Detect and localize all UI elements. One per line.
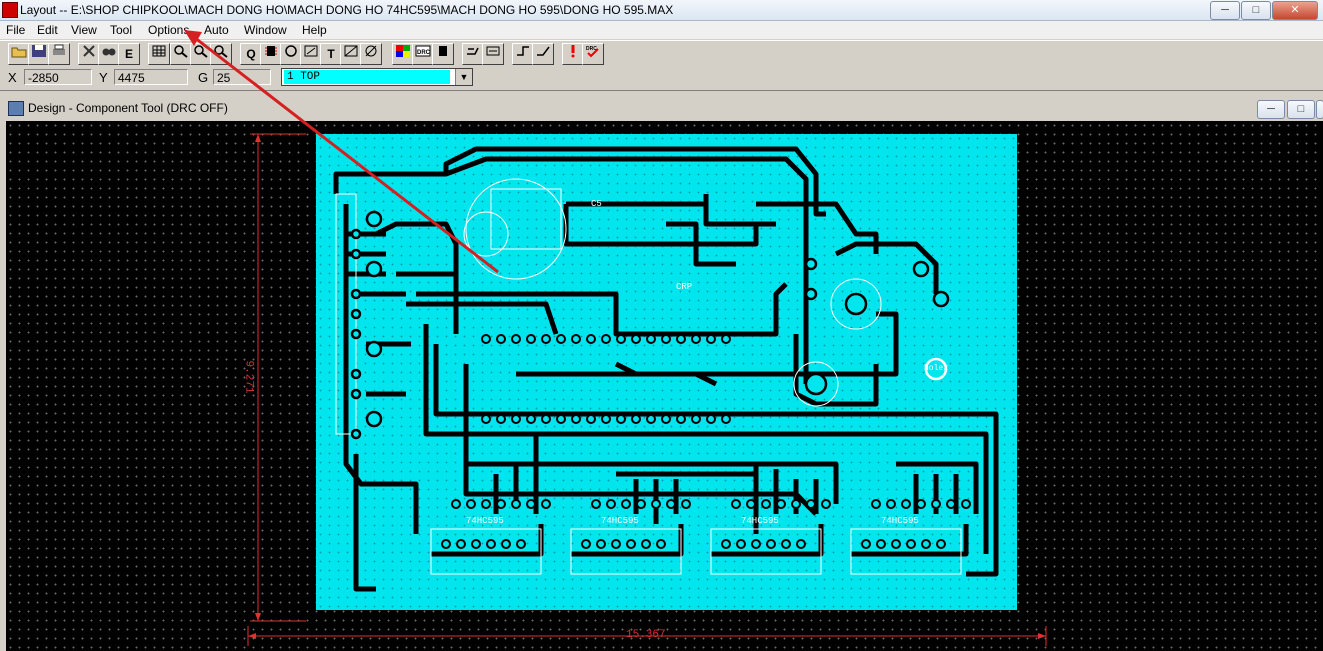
auto-route-icon[interactable] (532, 43, 554, 65)
label-ic4: 74HC595 (881, 516, 919, 526)
color-icon[interactable] (392, 43, 414, 65)
menu-file[interactable]: File (6, 23, 25, 37)
close-button[interactable]: ✕ (1272, 1, 1318, 20)
width-dimension: 15.367 (626, 629, 666, 641)
layer-value: 1 TOP (284, 70, 450, 84)
chevron-down-icon[interactable]: ▼ (455, 69, 472, 85)
y-value: 4475 (114, 69, 188, 85)
design-maximize-button[interactable]: □ (1287, 100, 1315, 119)
label-crp: CRP (676, 282, 693, 292)
open-icon[interactable] (8, 43, 30, 65)
menu-edit[interactable]: Edit (37, 23, 58, 37)
x-value: -2850 (24, 69, 92, 85)
y-label: Y (99, 70, 108, 85)
zoom-out-icon[interactable] (190, 43, 212, 65)
save-icon[interactable] (28, 43, 50, 65)
app-icon (2, 2, 18, 18)
query-icon[interactable]: Q (240, 43, 262, 65)
window-title: Layout -- E:\SHOP CHIPKOOL\MACH DONG HO\… (20, 3, 674, 17)
design-window-icon (8, 101, 24, 116)
svg-text:DRC: DRC (417, 50, 431, 56)
layer-select[interactable]: 1 TOP ▼ (281, 68, 473, 86)
label-c5: C5 (591, 199, 602, 209)
pcb-board[interactable]: C5 CRP 74HC595 74HC595 74HC595 74HC595 h… (316, 134, 1017, 610)
toolbar: E Q T DRC DRC (0, 40, 1323, 68)
g-label: G (198, 70, 209, 85)
spreadsheet-icon[interactable] (148, 43, 170, 65)
zoom-in-icon[interactable] (170, 43, 192, 65)
online-drc-icon[interactable] (562, 43, 584, 65)
cancel-icon[interactable] (78, 43, 100, 65)
design-canvas[interactable]: 15.367 9.271 C5 CRP 74HC595 74HC595 74HC… (6, 121, 1323, 651)
drc-check-icon[interactable]: DRC (582, 43, 604, 65)
find-icon[interactable] (98, 43, 120, 65)
design-window-title-bar: Design - Component Tool (DRC OFF) ─ □ (0, 97, 1323, 119)
design-minimize-button[interactable]: ─ (1257, 100, 1285, 119)
unroute-icon[interactable] (512, 43, 534, 65)
no-connect-icon[interactable] (360, 43, 382, 65)
print-icon[interactable] (48, 43, 70, 65)
label-ic3: 74HC595 (741, 516, 779, 526)
menu-options[interactable]: Options (148, 23, 189, 37)
route-icon[interactable] (482, 43, 504, 65)
pin-icon[interactable] (280, 43, 302, 65)
x-label: X (8, 70, 17, 85)
design-window-title: Design - Component Tool (DRC OFF) (28, 101, 228, 115)
coordinate-bar: X -2850 Y 4475 G 25 1 TOP ▼ (0, 66, 1323, 91)
menu-auto[interactable]: Auto (204, 23, 229, 37)
title-bar: Layout -- E:\SHOP CHIPKOOL\MACH DONG HO\… (0, 0, 1323, 21)
menu-help[interactable]: Help (302, 23, 327, 37)
obstacle-icon[interactable] (300, 43, 322, 65)
minimize-button[interactable]: ─ (1210, 1, 1240, 20)
label-ic2: 74HC595 (601, 516, 639, 526)
label-ic1: 74HC595 (466, 516, 504, 526)
grid-value[interactable]: 25 (213, 69, 271, 85)
design-close-button[interactable] (1316, 100, 1323, 119)
connection-icon[interactable] (340, 43, 362, 65)
menu-bar: File Edit View Tool Options Auto Window … (0, 21, 1323, 39)
component-icon[interactable] (260, 43, 282, 65)
menu-view[interactable]: View (71, 23, 97, 37)
drc-icon[interactable]: DRC (412, 43, 434, 65)
reconnect-icon[interactable] (462, 43, 484, 65)
menu-tool[interactable]: Tool (110, 23, 132, 37)
menu-window[interactable]: Window (244, 23, 287, 37)
label-hole: hole2 (924, 364, 949, 373)
maximize-button[interactable]: □ (1241, 1, 1271, 20)
text-icon[interactable]: T (320, 43, 342, 65)
text-edit-icon[interactable]: E (118, 43, 140, 65)
zoom-all-icon[interactable] (210, 43, 232, 65)
pcb-traces (333, 146, 999, 592)
swap-icon[interactable] (432, 43, 454, 65)
height-dimension: 9.271 (242, 360, 255, 394)
